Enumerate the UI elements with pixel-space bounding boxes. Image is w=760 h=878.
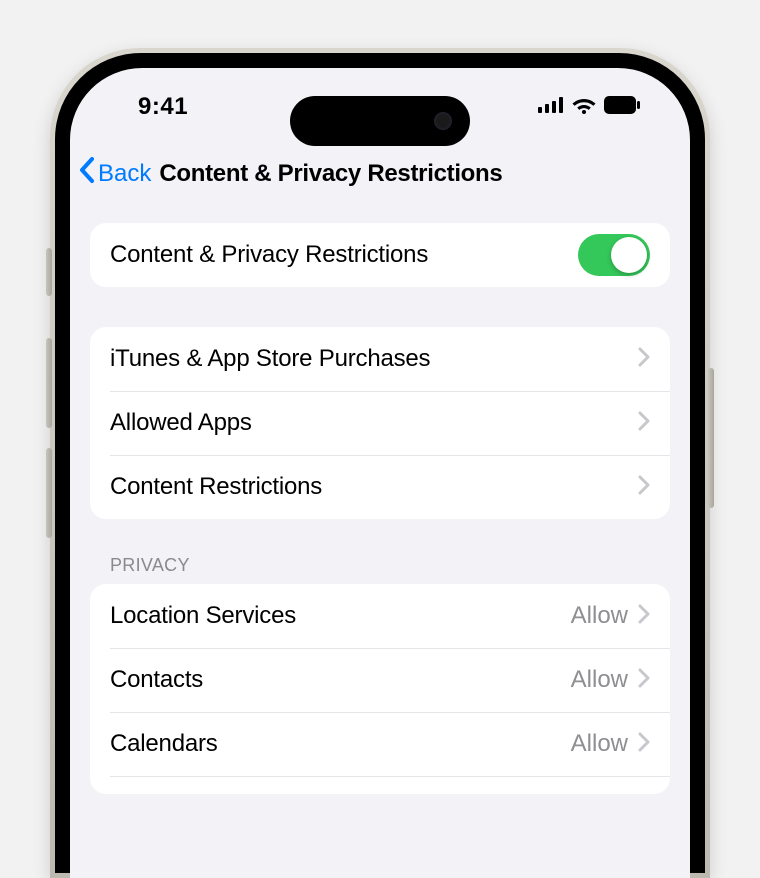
itunes-purchases-row[interactable]: iTunes & App Store Purchases bbox=[90, 327, 670, 391]
status-time: 9:41 bbox=[138, 93, 188, 121]
content-privacy-toggle-row[interactable]: Content & Privacy Restrictions bbox=[90, 223, 670, 287]
side-button-volume-up bbox=[46, 338, 52, 428]
chevron-right-icon bbox=[638, 347, 650, 372]
side-button-silence bbox=[46, 248, 52, 296]
calendars-row[interactable]: Calendars Allow bbox=[90, 712, 670, 776]
privacy-section-header: Privacy bbox=[110, 555, 650, 576]
switch-knob bbox=[611, 237, 647, 273]
row-label: Contacts bbox=[110, 666, 571, 694]
toggle-row-label: Content & Privacy Restrictions bbox=[110, 241, 578, 269]
back-label: Back bbox=[98, 160, 151, 188]
chevron-right-icon bbox=[638, 411, 650, 436]
row-value: Allow bbox=[571, 730, 628, 758]
page-title: Content & Privacy Restrictions bbox=[159, 160, 502, 188]
status-indicators bbox=[538, 96, 640, 119]
chevron-right-icon bbox=[638, 732, 650, 757]
side-button-volume-down bbox=[46, 448, 52, 538]
screen-content: Back Content & Privacy Restrictions Cont… bbox=[70, 146, 690, 878]
chevron-right-icon bbox=[638, 475, 650, 500]
privacy-section: Location Services Allow Contacts Allow C… bbox=[90, 584, 670, 794]
allowed-apps-row[interactable]: Allowed Apps bbox=[90, 391, 670, 455]
toggle-section: Content & Privacy Restrictions bbox=[90, 223, 670, 287]
dynamic-island bbox=[290, 96, 470, 146]
back-button[interactable]: Back bbox=[78, 156, 151, 191]
location-services-row[interactable]: Location Services Allow bbox=[90, 584, 670, 648]
front-camera-icon bbox=[434, 112, 452, 130]
side-button-power bbox=[708, 368, 714, 508]
battery-icon bbox=[604, 96, 640, 119]
chevron-right-icon bbox=[638, 668, 650, 693]
row-label: Location Services bbox=[110, 602, 571, 630]
phone-screen: 9:41 bbox=[70, 68, 690, 878]
row-label: iTunes & App Store Purchases bbox=[110, 345, 638, 373]
contacts-row[interactable]: Contacts Allow bbox=[90, 648, 670, 712]
content-restrictions-row[interactable]: Content Restrictions bbox=[90, 455, 670, 519]
wifi-icon bbox=[572, 96, 596, 119]
navigation-bar: Back Content & Privacy Restrictions bbox=[70, 146, 690, 199]
cellular-signal-icon bbox=[538, 97, 564, 118]
phone-device-frame: 9:41 bbox=[50, 48, 710, 878]
restrictions-section: iTunes & App Store Purchases Allowed App… bbox=[90, 327, 670, 519]
chevron-left-icon bbox=[78, 156, 96, 191]
partial-row bbox=[90, 776, 670, 794]
row-label: Content Restrictions bbox=[110, 473, 638, 501]
content-privacy-switch[interactable] bbox=[578, 234, 650, 276]
row-value: Allow bbox=[571, 666, 628, 694]
row-value: Allow bbox=[571, 602, 628, 630]
chevron-right-icon bbox=[638, 604, 650, 629]
row-label: Allowed Apps bbox=[110, 409, 638, 437]
row-label: Calendars bbox=[110, 730, 571, 758]
